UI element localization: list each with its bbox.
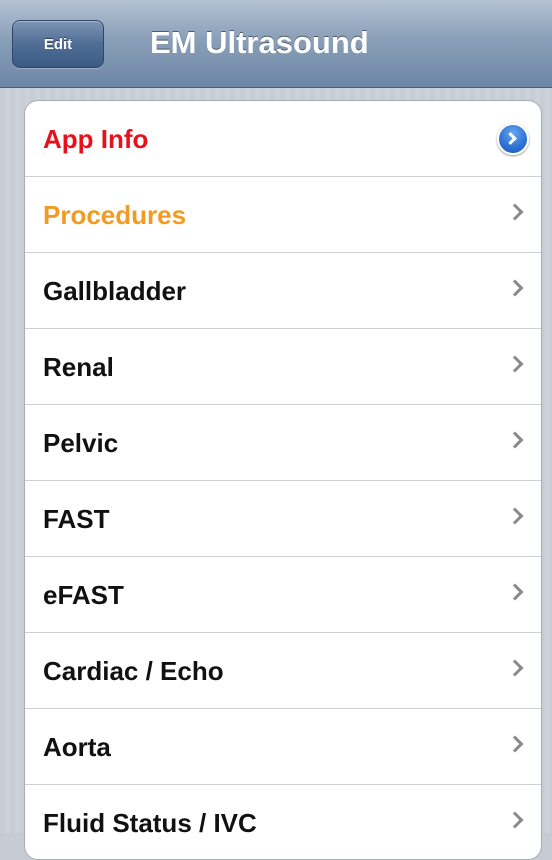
- list-item-fluid-status-ivc[interactable]: Fluid Status / IVC: [25, 785, 541, 859]
- list-item-label: Pelvic: [43, 428, 119, 458]
- chevron-right-icon: [506, 355, 524, 373]
- list-item-label: Aorta: [43, 732, 111, 762]
- list-item-label: Cardiac / Echo: [43, 656, 224, 686]
- edit-button[interactable]: Edit: [12, 20, 104, 68]
- list-item-label: Gallbladder: [43, 276, 187, 306]
- page-title: EM Ultrasound: [150, 25, 369, 60]
- list-item-efast[interactable]: eFAST: [25, 557, 541, 633]
- chevron-right-icon: [506, 583, 524, 601]
- list-item-gallbladder[interactable]: Gallbladder: [25, 253, 541, 329]
- list-item-label: Procedures: [43, 200, 187, 230]
- content-area: App Info Procedures Gallbladder Renal Pe…: [0, 88, 552, 860]
- list-item-fast[interactable]: FAST: [25, 481, 541, 557]
- chevron-right-icon: [506, 203, 524, 221]
- list-item-label: App Info: [43, 124, 149, 154]
- chevron-right-icon: [506, 735, 524, 753]
- chevron-right-icon: [506, 811, 524, 829]
- chevron-right-icon: [506, 431, 524, 449]
- list-item-cardiac-echo[interactable]: Cardiac / Echo: [25, 633, 541, 709]
- list-item-label: Fluid Status / IVC: [43, 808, 257, 838]
- list-item-label: Renal: [43, 352, 114, 382]
- detail-disclosure-icon[interactable]: [497, 123, 529, 155]
- chevron-right-icon: [506, 507, 524, 525]
- chevron-right-icon: [506, 659, 524, 677]
- list-item-pelvic[interactable]: Pelvic: [25, 405, 541, 481]
- list-item-label: eFAST: [43, 580, 124, 610]
- list-item-label: FAST: [43, 504, 110, 534]
- list-item-procedures[interactable]: Procedures: [25, 177, 541, 253]
- navigation-bar: Edit EM Ultrasound: [0, 0, 552, 88]
- list-item-app-info[interactable]: App Info: [25, 101, 541, 177]
- list-item-aorta[interactable]: Aorta: [25, 709, 541, 785]
- grouped-list: App Info Procedures Gallbladder Renal Pe…: [24, 100, 542, 860]
- list-item-renal[interactable]: Renal: [25, 329, 541, 405]
- chevron-right-icon: [506, 279, 524, 297]
